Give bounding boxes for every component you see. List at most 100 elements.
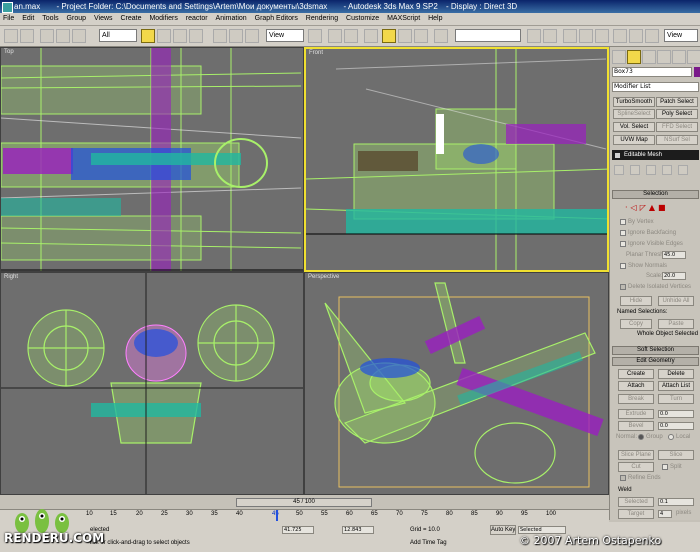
quick-render-icon[interactable] [629,29,643,43]
stack-item-editable-mesh[interactable]: Editable Mesh [624,152,662,158]
vol-select-button[interactable]: Vol. Select [613,122,655,132]
select-by-name-icon[interactable] [157,29,171,43]
undo-icon[interactable] [4,29,18,43]
mirror-icon[interactable] [527,29,541,43]
paste-button[interactable]: Paste [658,319,694,329]
subobject-level-icons[interactable]: ·◁◸▲■ [625,203,690,213]
rectangular-selection-icon[interactable] [173,29,187,43]
delete-isolated-checkbox[interactable] [620,284,626,290]
ignore-backfacing-checkbox[interactable] [620,230,626,236]
redo-icon[interactable] [20,29,34,43]
break-button[interactable]: Break [618,394,654,404]
modify-tab-icon[interactable] [627,50,641,64]
create-tab-icon[interactable] [612,50,626,64]
menu-graph-editors[interactable]: Graph Editors [252,15,301,22]
percent-snap-icon[interactable] [398,29,412,43]
nsurf-sel-button[interactable]: NSurf Sel [656,135,698,145]
configure-sets-icon[interactable] [678,165,688,175]
add-time-tag[interactable]: Add Time Tag [410,540,447,546]
weld-selected-button[interactable]: Selected [618,497,654,507]
object-color-swatch[interactable] [694,67,700,77]
weld-threshold-spinner[interactable]: 0.1 [658,498,694,506]
angle-snap-icon[interactable] [382,29,396,43]
unhide-all-button[interactable]: Unhide All [658,296,694,306]
layer-manager-icon[interactable] [563,29,577,43]
menu-create[interactable]: Create [117,15,144,22]
show-end-result-icon[interactable] [630,165,640,175]
curve-editor-icon[interactable] [579,29,593,43]
render-view-dropdown[interactable]: View [664,29,698,42]
poly-select-button[interactable]: Poly Select [656,109,698,119]
menu-tools[interactable]: Tools [39,15,61,22]
by-vertex-checkbox[interactable] [620,219,626,225]
viewport-label-right[interactable]: Right [4,274,18,280]
menu-maxscript[interactable]: MAXScript [384,15,423,22]
auto-key-button[interactable]: Auto Key [490,525,516,535]
slice-plane-button[interactable]: Slice Plane [618,450,654,460]
hierarchy-tab-icon[interactable] [642,50,656,64]
x-coordinate-field[interactable]: 41.725 [282,526,314,534]
named-selection-sets[interactable] [455,29,521,42]
menu-help[interactable]: Help [425,15,445,22]
edit-geometry-rollout-header[interactable]: Edit Geometry [612,357,699,366]
menu-reactor[interactable]: reactor [183,15,211,22]
menu-customize[interactable]: Customize [343,15,382,22]
bind-space-warp-icon[interactable] [72,29,86,43]
reference-coord-dropdown[interactable]: View [266,29,304,42]
copy-button[interactable]: Copy [620,319,652,329]
material-editor-icon[interactable] [595,29,609,43]
turn-button[interactable]: Turn [658,394,694,404]
time-cursor[interactable] [276,510,278,521]
time-slider[interactable]: 45 / 100 [236,498,372,507]
slice-button[interactable]: Slice [658,450,694,460]
hide-button[interactable]: Hide [620,296,652,306]
menu-modifiers[interactable]: Modifiers [146,15,180,22]
menu-edit[interactable]: Edit [19,15,37,22]
weld-target-button[interactable]: Target [618,509,654,519]
bevel-spinner[interactable]: 0.0 [658,422,694,430]
ffd-select-button[interactable]: FFD Select [656,122,698,132]
local-radio[interactable] [668,434,674,440]
select-object-icon[interactable] [141,29,155,43]
attach-list-button[interactable]: Attach List [658,381,694,391]
extrude-button[interactable]: Extrude [618,409,654,419]
render-type-icon[interactable] [645,29,659,43]
menu-animation[interactable]: Animation [213,15,250,22]
spinner-snap-icon[interactable] [414,29,428,43]
viewport-top[interactable]: Top [0,47,304,272]
display-tab-icon[interactable] [672,50,686,64]
splineselect-button[interactable]: SplineSelect [613,109,655,119]
viewport-front[interactable]: Front [304,47,609,272]
viewport-label-perspective[interactable]: Perspective [308,274,339,280]
delete-button[interactable]: Delete [658,369,694,379]
keyboard-shortcut-icon[interactable] [344,29,358,43]
select-manipulate-icon[interactable] [328,29,342,43]
utilities-tab-icon[interactable] [687,50,700,64]
create-button[interactable]: Create [618,369,654,379]
attach-button[interactable]: Attach [618,381,654,391]
turbosmooth-button[interactable]: TurboSmooth [613,97,655,107]
select-and-link-icon[interactable] [40,29,54,43]
modifier-stack[interactable]: Editable Mesh [612,150,699,160]
extrude-spinner[interactable]: 0.0 [658,410,694,418]
select-rotate-icon[interactable] [229,29,243,43]
refine-ends-checkbox[interactable] [620,475,626,481]
cut-button[interactable]: Cut [618,462,654,472]
group-radio[interactable] [638,434,644,440]
ignore-visible-edges-checkbox[interactable] [620,241,626,247]
modifier-list-dropdown[interactable]: Modifier List [612,82,699,92]
selection-filter-dropdown[interactable]: All [99,29,137,42]
edit-named-selection-icon[interactable] [434,29,448,43]
align-icon[interactable] [543,29,557,43]
pin-stack-icon[interactable] [614,165,624,175]
split-checkbox[interactable] [662,464,668,470]
menu-rendering[interactable]: Rendering [303,15,341,22]
select-scale-icon[interactable] [245,29,259,43]
menu-group[interactable]: Group [64,15,89,22]
window-crossing-icon[interactable] [189,29,203,43]
viewport-perspective[interactable]: Perspective [304,272,609,495]
select-move-icon[interactable] [213,29,227,43]
menu-views[interactable]: Views [91,15,116,22]
bevel-button[interactable]: Bevel [618,421,654,431]
unlink-icon[interactable] [56,29,70,43]
